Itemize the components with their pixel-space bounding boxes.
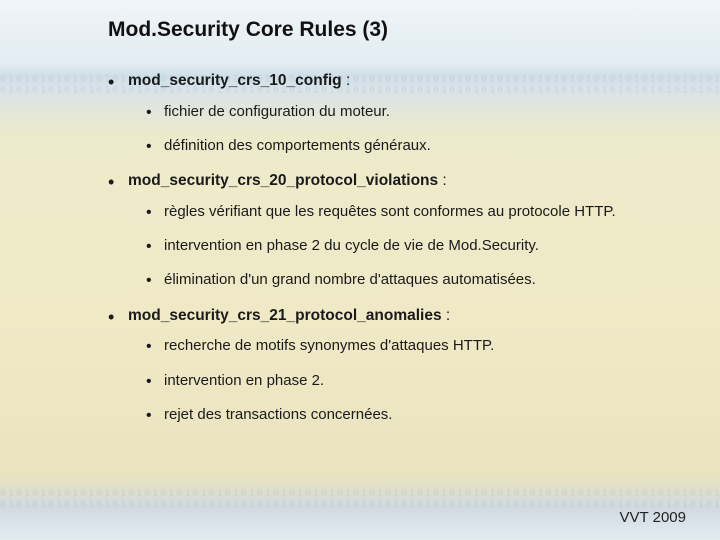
sub-item: règles vérifiant que les requêtes sont c… — [146, 202, 692, 222]
bullet-item: mod_security_crs_10_config : fichier de … — [108, 70, 692, 156]
sub-list: recherche de motifs synonymes d'attaques… — [146, 336, 692, 425]
bullet-list: mod_security_crs_10_config : fichier de … — [108, 70, 692, 425]
sub-list: fichier de configuration du moteur. défi… — [146, 102, 692, 157]
sub-item: fichier de configuration du moteur. — [146, 102, 692, 122]
slide-title: Mod.Security Core Rules (3) — [108, 18, 692, 42]
sub-item: recherche de motifs synonymes d'attaques… — [146, 336, 692, 356]
bullet-suffix: : — [342, 72, 351, 89]
sub-item: définition des comportements généraux. — [146, 136, 692, 156]
sub-list: règles vérifiant que les requêtes sont c… — [146, 202, 692, 291]
bullet-suffix: : — [442, 307, 451, 324]
bullet-label: mod_security_crs_20_protocol_violations — [128, 172, 438, 189]
bullet-label: mod_security_crs_21_protocol_anomalies — [128, 307, 442, 324]
sub-item: élimination d'un grand nombre d'attaques… — [146, 270, 692, 290]
bullet-item: mod_security_crs_20_protocol_violations … — [108, 170, 692, 290]
sub-item: rejet des transactions concernées. — [146, 405, 692, 425]
bullet-item: mod_security_crs_21_protocol_anomalies :… — [108, 305, 692, 425]
sub-item: intervention en phase 2 du cycle de vie … — [146, 236, 692, 256]
bullet-label: mod_security_crs_10_config — [128, 72, 342, 89]
footer-text: VVT 2009 — [620, 509, 686, 526]
bullet-suffix: : — [438, 172, 447, 189]
sub-item: intervention en phase 2. — [146, 371, 692, 391]
slide: 0101010101010101010101010101010101010101… — [0, 0, 720, 540]
decor-binary: 0101010101010101010101010101010101010101… — [0, 488, 720, 510]
